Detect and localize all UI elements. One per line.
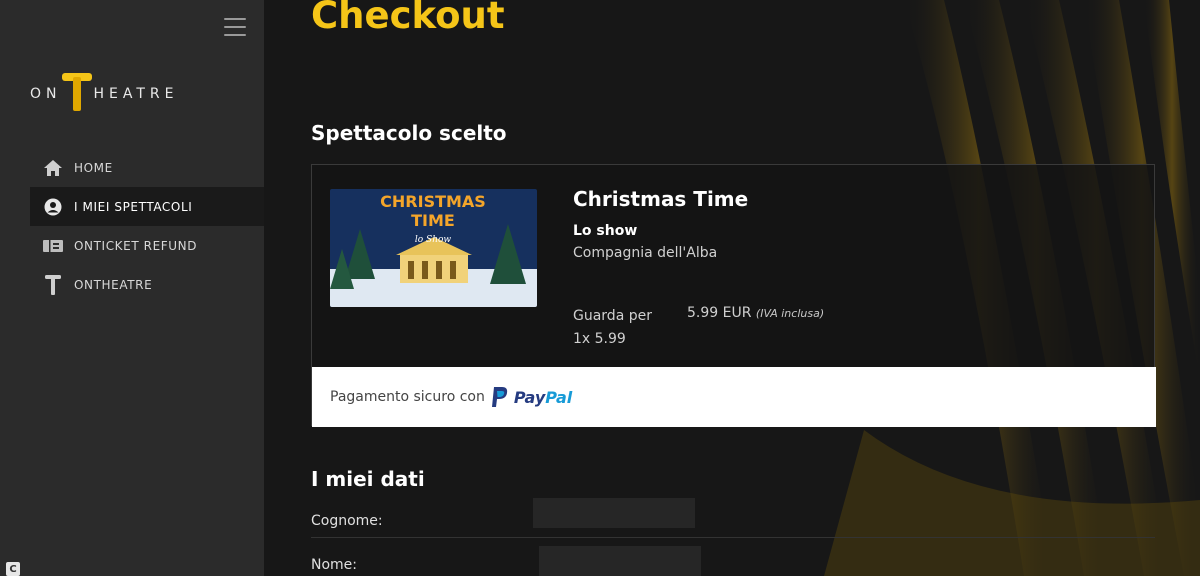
sidebar-nav: HOME I MIEI SPETTACOLI ONTICKET REFUND O… <box>30 148 264 304</box>
surname-field[interactable] <box>533 498 695 528</box>
paypal-logo: PayPal <box>491 386 572 408</box>
ontheatre-logo[interactable]: ON HEATRE <box>30 73 179 115</box>
corner-c-icon[interactable]: C <box>6 562 20 576</box>
sidebar-item-label: I MIEI SPETTACOLI <box>74 199 193 214</box>
surname-label: Cognome: <box>311 513 383 529</box>
show-company: Compagnia dell'Alba <box>573 245 718 261</box>
page-title: Checkout <box>311 0 505 37</box>
main-content: Checkout Spettacolo scelto CHRISTMAS TIM… <box>264 0 1200 576</box>
sidebar-item-onticket-refund[interactable]: ONTICKET REFUND <box>30 226 264 265</box>
sidebar-item-label: ONTHEATRE <box>74 277 153 292</box>
price-amount: 5.99 EUR <box>687 305 752 321</box>
sidebar-item-my-shows[interactable]: I MIEI SPETTACOLI <box>30 187 264 226</box>
paypal-word-pal: Pal <box>545 387 573 407</box>
paypal-p-icon <box>491 387 507 407</box>
show-section-title: Spettacolo scelto <box>311 121 507 145</box>
price-label-block: Guarda per 1x 5.99 <box>573 305 652 351</box>
name-label: Nome: <box>311 557 358 573</box>
sidebar-item-label: HOME <box>74 160 113 175</box>
name-field[interactable] <box>539 546 701 576</box>
ticket-icon <box>42 236 64 256</box>
secure-payment-text: Pagamento sicuro con <box>330 389 485 405</box>
logo-t-mark-icon <box>61 73 92 115</box>
surname-row: Cognome: <box>311 498 1155 538</box>
logo-text-right: HEATRE <box>93 86 179 102</box>
user-circle-icon <box>42 197 64 217</box>
show-card: CHRISTMAS TIME lo Show Christmas Time Lo… <box>311 164 1156 427</box>
show-poster[interactable]: CHRISTMAS TIME lo Show <box>330 189 537 307</box>
sidebar-item-label: ONTICKET REFUND <box>74 238 198 253</box>
hamburger-menu-icon[interactable] <box>224 18 246 38</box>
name-row: Nome: <box>311 546 1155 576</box>
poster-title-line2: TIME <box>411 211 455 230</box>
theatre-t-icon <box>42 274 64 295</box>
logo-text-left: ON <box>30 86 62 102</box>
poster-title-line1: CHRISTMAS <box>380 192 486 211</box>
price-value: 5.99 EUR (IVA inclusa) <box>687 305 824 321</box>
sidebar: ON HEATRE HOME I MIEI SPETTACOLI ONTICKE… <box>0 0 264 576</box>
show-title: Christmas Time <box>573 187 749 211</box>
my-data-section-title: I miei dati <box>311 467 425 491</box>
show-subtitle: Lo show <box>573 223 638 239</box>
home-icon <box>42 158 64 178</box>
paypal-word-pay: Pay <box>513 387 546 407</box>
price-note: (IVA inclusa) <box>755 307 825 320</box>
quantity-label: 1x 5.99 <box>573 331 626 347</box>
watch-label: Guarda per <box>573 308 652 324</box>
sidebar-item-home[interactable]: HOME <box>30 148 264 187</box>
paypal-payment-button[interactable]: Pagamento sicuro con PayPal <box>312 367 1156 427</box>
sidebar-item-ontheatre[interactable]: ONTHEATRE <box>30 265 264 304</box>
poster-subtitle: lo Show <box>415 235 452 245</box>
